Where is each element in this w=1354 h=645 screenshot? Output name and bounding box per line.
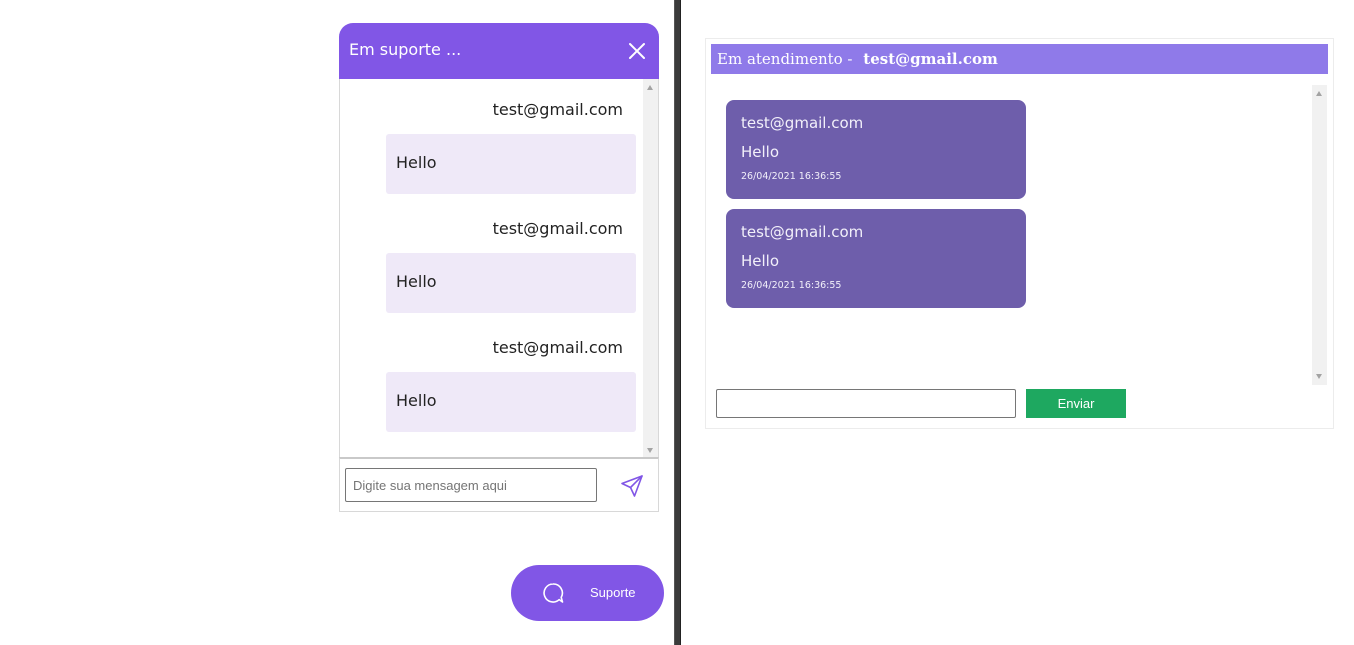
- message-text: Hello: [741, 252, 780, 270]
- message-text: Hello: [396, 391, 437, 410]
- widget-title: Em suporte ...: [349, 40, 462, 59]
- message-bubble: Hello: [386, 372, 636, 432]
- widget-message-list[interactable]: test@gmail.com Hello test@gmail.com Hell…: [339, 79, 659, 459]
- support-button[interactable]: Suporte: [511, 565, 664, 621]
- scroll-down-arrow-icon[interactable]: [647, 448, 653, 453]
- agent-message-input[interactable]: [716, 389, 1016, 418]
- message-sender: test@gmail.com: [492, 338, 623, 357]
- agent-message-card: test@gmail.com Hello 26/04/2021 16:36:55: [726, 209, 1026, 308]
- message-sender: test@gmail.com: [741, 114, 864, 132]
- close-icon[interactable]: [627, 41, 647, 61]
- scroll-up-arrow-icon[interactable]: [1316, 91, 1322, 96]
- send-icon[interactable]: [620, 474, 644, 498]
- widget-footer: [339, 457, 659, 512]
- message-text: Hello: [396, 272, 437, 291]
- message-text: Hello: [396, 153, 437, 172]
- message-sender: test@gmail.com: [741, 223, 864, 241]
- message-input[interactable]: [345, 468, 597, 502]
- scroll-down-arrow-icon[interactable]: [1316, 374, 1322, 379]
- agent-message-list[interactable]: test@gmail.com Hello 26/04/2021 16:36:55…: [711, 85, 1328, 385]
- agent-list-scrollbar[interactable]: [1312, 85, 1327, 385]
- support-chat-widget: Em suporte ... test@gmail.com Hello test…: [339, 23, 659, 512]
- send-button[interactable]: Enviar: [1026, 389, 1126, 418]
- message-sender: test@gmail.com: [492, 219, 623, 238]
- message-timestamp: 26/04/2021 16:36:55: [741, 280, 842, 291]
- panel-header-email: test@gmail.com: [863, 50, 998, 68]
- support-button-label: Suporte: [590, 585, 636, 600]
- message-text: Hello: [741, 143, 780, 161]
- message-timestamp: 26/04/2021 16:36:55: [741, 171, 842, 182]
- chat-bubble-icon: [542, 582, 564, 604]
- widget-header: Em suporte ...: [339, 23, 659, 79]
- panel-header: Em atendimento - test@gmail.com: [711, 44, 1328, 74]
- message-bubble: Hello: [386, 253, 636, 313]
- panel-header-prefix: Em atendimento -: [717, 50, 853, 68]
- message-sender: test@gmail.com: [492, 100, 623, 119]
- agent-chat-panel: Em atendimento - test@gmail.com test@gma…: [705, 38, 1334, 429]
- message-bubble: Hello: [386, 134, 636, 194]
- agent-message-card: test@gmail.com Hello 26/04/2021 16:36:55: [726, 100, 1026, 199]
- scroll-up-arrow-icon[interactable]: [647, 85, 653, 90]
- pane-divider[interactable]: [674, 0, 681, 645]
- message-list-scrollbar[interactable]: [643, 79, 658, 459]
